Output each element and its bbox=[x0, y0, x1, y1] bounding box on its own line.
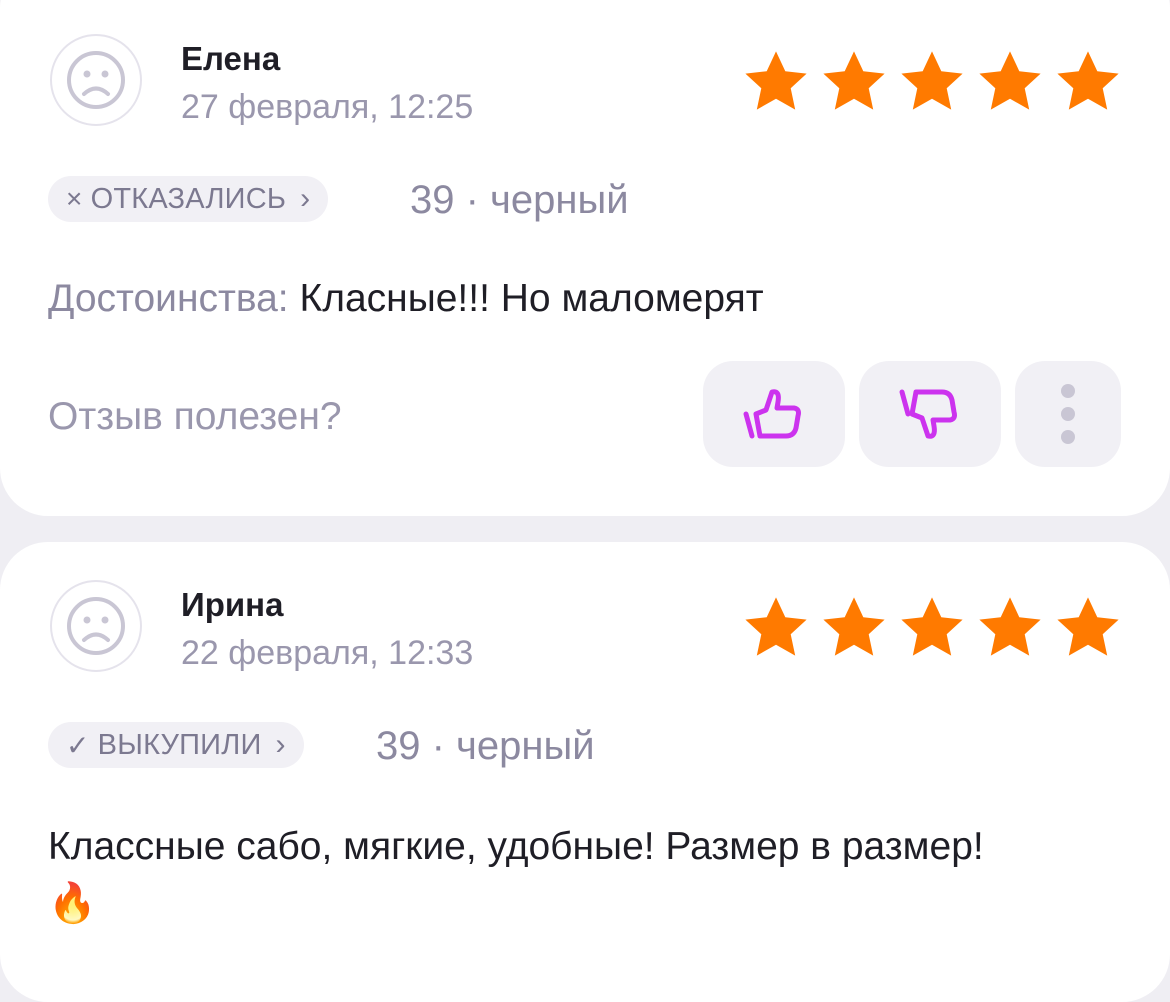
star-icon bbox=[979, 51, 1041, 110]
star-icon bbox=[823, 51, 885, 110]
star-icon bbox=[1057, 597, 1119, 656]
dot-icon bbox=[1061, 430, 1075, 444]
order-status-label: ВЫКУПИЛИ bbox=[97, 728, 262, 761]
sad-face-icon bbox=[67, 597, 125, 655]
pros-label: Достоинства: bbox=[48, 277, 289, 320]
fire-emoji: 🔥 bbox=[48, 882, 97, 925]
avatar bbox=[50, 34, 142, 126]
dot-icon bbox=[1061, 407, 1075, 421]
review-date: 22 февраля, 12:33 bbox=[181, 634, 474, 672]
cross-icon: × bbox=[66, 183, 83, 214]
check-icon: ✓ bbox=[66, 729, 90, 761]
review-text: Классные сабо, мягкие, удобные! Размер в… bbox=[48, 818, 1008, 932]
star-icon bbox=[901, 597, 963, 656]
order-status-badge[interactable]: ✓ ВЫКУПИЛИ › bbox=[48, 722, 304, 768]
more-options-button[interactable] bbox=[1015, 361, 1121, 467]
rating-stars bbox=[740, 592, 1124, 664]
rating-stars bbox=[740, 46, 1124, 118]
sad-face-icon bbox=[67, 51, 125, 109]
product-variant: 39 · черный bbox=[376, 724, 595, 768]
pros-text: Класные!!! Но маломерят bbox=[299, 277, 764, 320]
star-icon bbox=[823, 597, 885, 656]
avatar bbox=[50, 580, 142, 672]
author-name: Елена bbox=[181, 40, 281, 77]
dot-icon bbox=[1061, 384, 1075, 398]
order-status-label: ОТКАЗАЛИСЬ bbox=[90, 182, 287, 215]
helpful-prompt: Отзыв полезен? bbox=[48, 395, 342, 438]
product-variant: 39 · черный bbox=[410, 178, 629, 222]
star-icon bbox=[979, 597, 1041, 656]
like-button[interactable] bbox=[703, 361, 845, 467]
thumbs-up-icon bbox=[743, 389, 801, 439]
review-text: Достоинства: Класные!!! Но маломерят bbox=[48, 270, 764, 327]
review-body: Классные сабо, мягкие, удобные! Размер в… bbox=[48, 825, 984, 868]
review-card: Ирина 22 февраля, 12:33 ✓ ВЫКУПИЛИ › 39 … bbox=[0, 542, 1170, 1002]
chevron-right-icon: › bbox=[300, 182, 311, 215]
chevron-right-icon: › bbox=[275, 728, 286, 761]
star-icon bbox=[1057, 51, 1119, 110]
star-icon bbox=[745, 51, 807, 110]
dislike-button[interactable] bbox=[859, 361, 1001, 467]
review-date: 27 февраля, 12:25 bbox=[181, 88, 474, 126]
review-card: Елена 27 февраля, 12:25 × ОТКАЗАЛИСЬ › 3… bbox=[0, 0, 1170, 516]
author-name: Ирина bbox=[181, 586, 284, 623]
order-status-badge[interactable]: × ОТКАЗАЛИСЬ › bbox=[48, 176, 329, 222]
star-icon bbox=[745, 597, 807, 656]
thumbs-down-icon bbox=[899, 389, 957, 439]
star-icon bbox=[901, 51, 963, 110]
